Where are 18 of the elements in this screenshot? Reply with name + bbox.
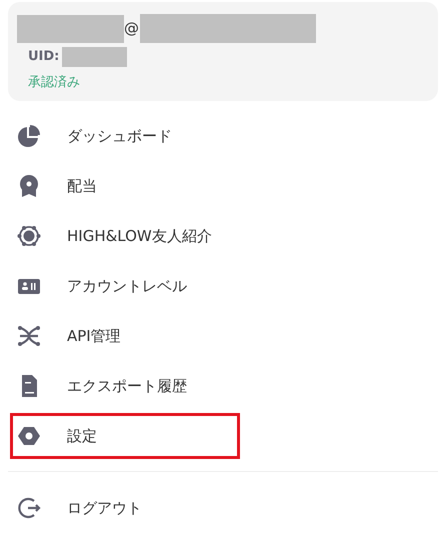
menu-item[interactable]: API管理 — [10, 313, 240, 359]
logout-icon — [17, 496, 41, 520]
logout-item[interactable]: ログアウト — [10, 485, 240, 531]
menu-item[interactable]: ダッシュボード — [10, 113, 240, 159]
pie-chart-icon — [17, 124, 41, 148]
email-at-sign: @ — [124, 21, 139, 36]
menu-item[interactable]: エクスポート履歴 — [10, 363, 240, 409]
uid-label: UID: — [28, 48, 60, 66]
api-icon — [17, 324, 41, 348]
settings-icon — [17, 424, 41, 448]
menu-item[interactable]: HIGH&LOW友人紹介 — [10, 213, 240, 259]
verification-status: 承認済み — [28, 75, 80, 90]
menu-item[interactable]: アカウントレベル — [10, 263, 240, 309]
menu-item[interactable]: 配当 — [10, 163, 240, 209]
menu-item[interactable]: 設定 — [10, 413, 240, 459]
redaction-block — [62, 47, 128, 67]
award-badge-icon — [17, 174, 41, 198]
network-icon — [17, 224, 41, 248]
